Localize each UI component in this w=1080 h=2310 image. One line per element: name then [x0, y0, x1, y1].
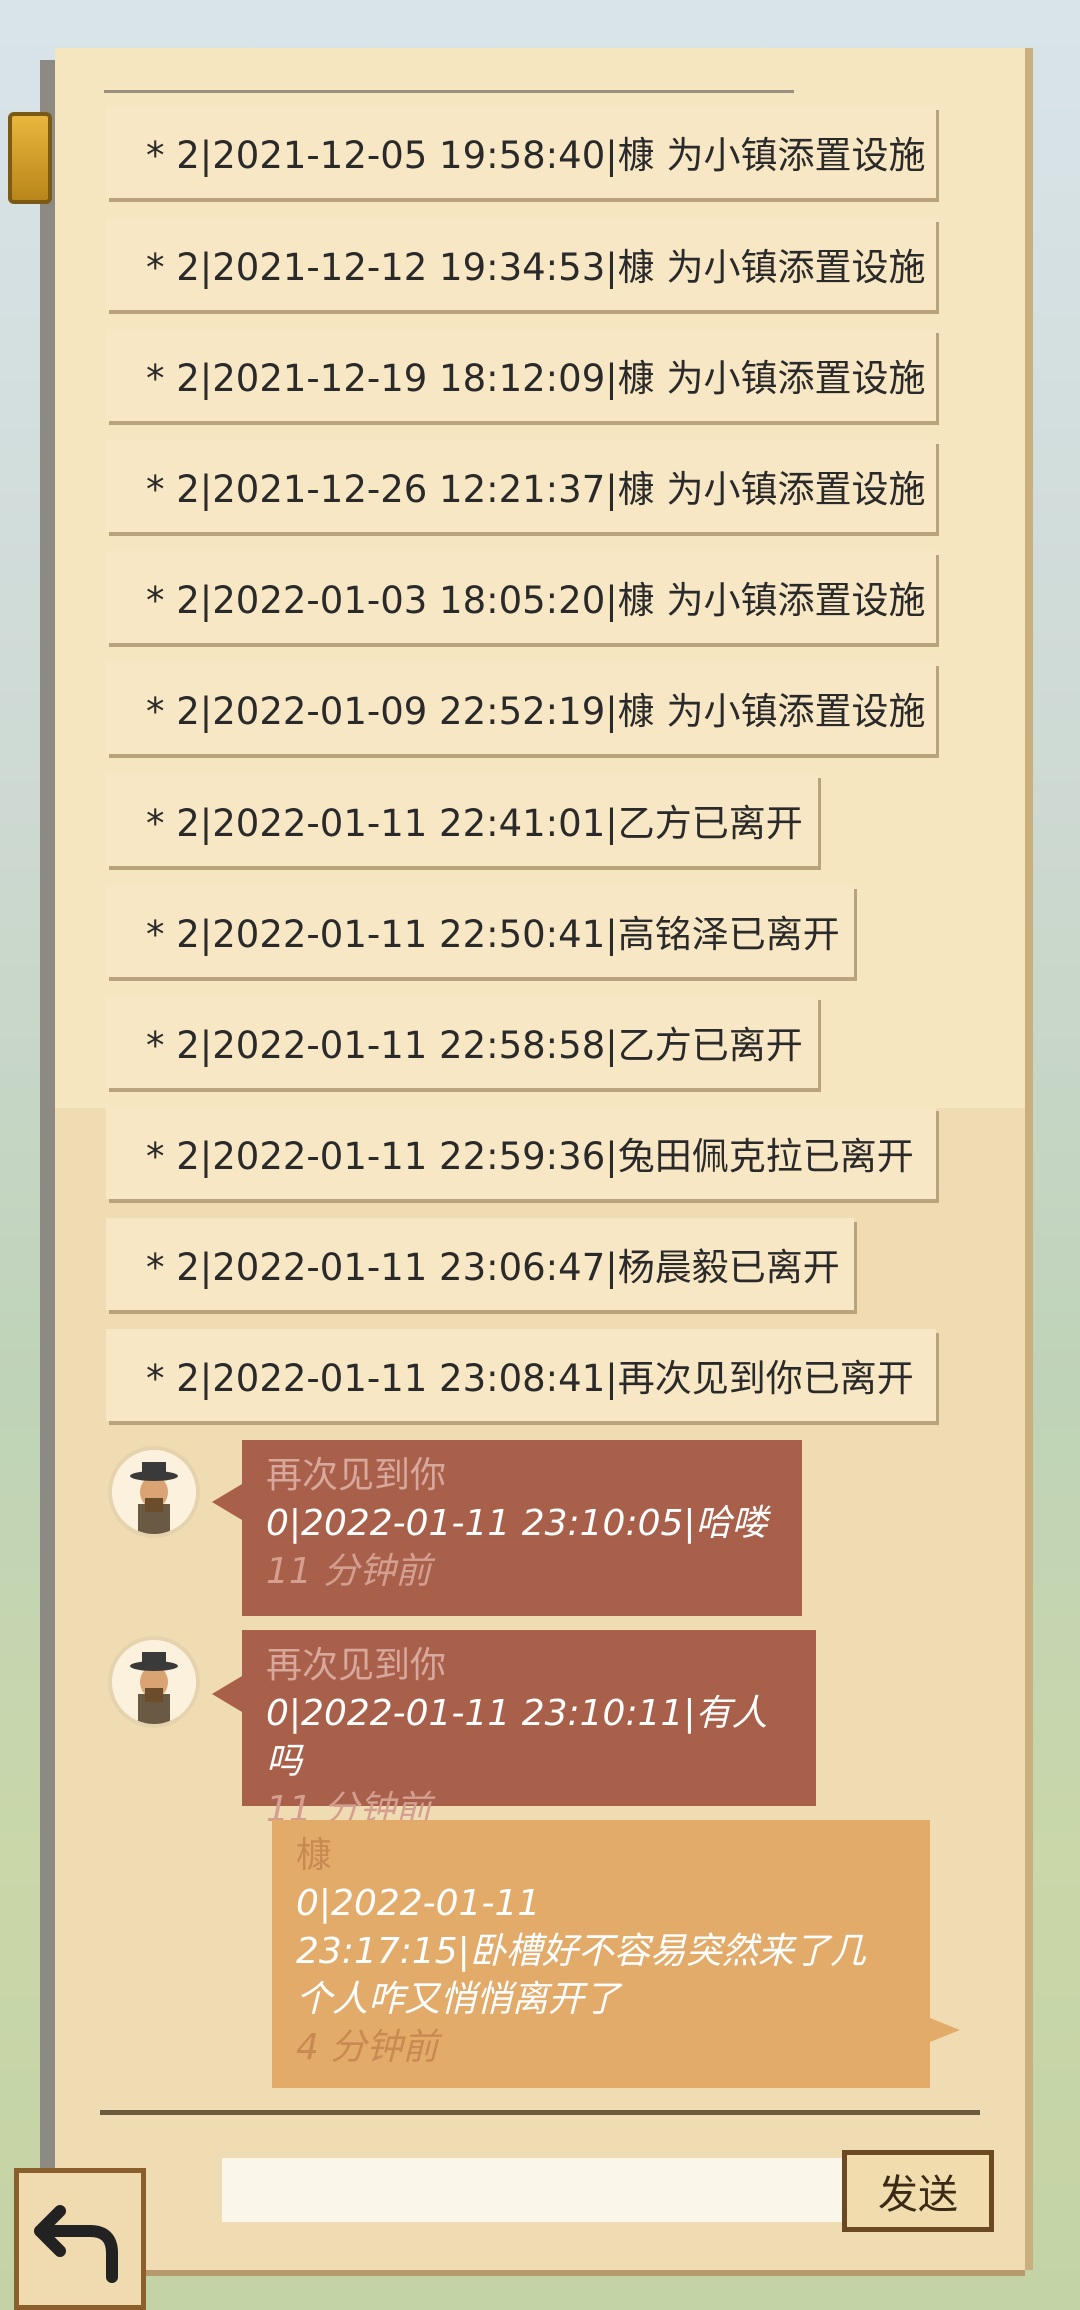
system-message-text: * 2|2022-01-11 22:50:41|高铭泽已离开: [146, 913, 840, 956]
chat-bubble-mine[interactable]: 槺 0|2022-01-11 23:17:15|卧槽好不容易突然来了几 个人咋又…: [272, 1820, 930, 2088]
bubble-tail: [212, 1676, 242, 1712]
sender-name: 槺: [296, 1835, 333, 1876]
system-message: * 2|2022-01-11 22:59:36|兔田佩克拉已离开: [106, 1107, 936, 1199]
bubble-tail: [212, 1484, 242, 1520]
bottom-divider: [100, 2110, 980, 2115]
character-avatar-icon[interactable]: [108, 1446, 200, 1538]
system-message: * 2|2022-01-11 23:06:47|杨晨毅已离开: [106, 1218, 854, 1310]
system-message-text: * 2|2022-01-11 22:59:36|兔田佩克拉已离开: [146, 1135, 914, 1178]
sender-name: 再次见到你: [266, 1455, 447, 1496]
message-text: 0|2022-01-11 23:10:05|哈喽: [266, 1503, 768, 1544]
system-message: * 2|2022-01-11 22:41:01|乙方已离开: [106, 774, 818, 866]
message-text: 0|2022-01-11 23:10:11|有人吗: [266, 1693, 768, 1782]
system-message: * 2|2021-12-12 19:34:53|槺 为小镇添置设施: [106, 218, 936, 310]
system-message-text: * 2|2021-12-05 19:58:40|槺 为小镇添置设施: [146, 134, 926, 177]
sender-name: 再次见到你: [266, 1645, 447, 1686]
system-message-text: * 2|2022-01-03 18:05:20|槺 为小镇添置设施: [146, 579, 926, 622]
system-message-text: * 2|2022-01-11 22:58:58|乙方已离开: [146, 1024, 803, 1067]
system-message: * 2|2022-01-09 22:52:19|槺 为小镇添置设施: [106, 662, 936, 754]
system-message-text: * 2|2022-01-11 23:06:47|杨晨毅已离开: [146, 1246, 840, 1289]
chat-bubble-other[interactable]: 再次见到你 0|2022-01-11 23:10:05|哈喽 11 分钟前: [242, 1440, 802, 1616]
chat-bubble-other[interactable]: 再次见到你 0|2022-01-11 23:10:11|有人吗 11 分钟前: [242, 1630, 816, 1830]
system-message: * 2|2022-01-11 23:08:41|再次见到你已离开: [106, 1329, 936, 1421]
chat-input[interactable]: [222, 2158, 842, 2222]
top-divider: [104, 90, 794, 93]
character-avatar-icon[interactable]: [108, 1636, 200, 1728]
send-button[interactable]: 发送: [842, 2150, 994, 2232]
message-time: 11 分钟前: [266, 1551, 432, 1592]
system-message-text: * 2|2022-01-11 22:41:01|乙方已离开: [146, 802, 803, 845]
system-message: * 2|2022-01-11 22:58:58|乙方已离开: [106, 996, 818, 1088]
system-message: * 2|2022-01-03 18:05:20|槺 为小镇添置设施: [106, 551, 936, 643]
back-arrow-icon: [34, 2205, 118, 2283]
bubble-tail: [930, 2018, 960, 2042]
system-message-text: * 2|2022-01-09 22:52:19|槺 为小镇添置设施: [146, 690, 926, 733]
back-button[interactable]: [14, 2168, 146, 2310]
system-message-text: * 2|2021-12-26 12:21:37|槺 为小镇添置设施: [146, 468, 926, 511]
system-message-text: * 2|2022-01-11 23:08:41|再次见到你已离开: [146, 1357, 914, 1400]
message-time: 4 分钟前: [296, 2027, 439, 2068]
system-message: * 2|2021-12-05 19:58:40|槺 为小镇添置设施: [106, 106, 936, 198]
system-message: * 2|2022-01-11 22:50:41|高铭泽已离开: [106, 885, 854, 977]
system-message: * 2|2021-12-26 12:21:37|槺 为小镇添置设施: [106, 440, 936, 532]
system-message-text: * 2|2021-12-12 19:34:53|槺 为小镇添置设施: [146, 246, 926, 289]
system-message-text: * 2|2021-12-19 18:12:09|槺 为小镇添置设施: [146, 357, 926, 400]
message-text: 0|2022-01-11 23:17:15|卧槽好不容易突然来了几 个人咋又悄悄…: [296, 1883, 866, 2020]
side-tab-handle[interactable]: [8, 112, 52, 204]
system-message: * 2|2021-12-19 18:12:09|槺 为小镇添置设施: [106, 329, 936, 421]
